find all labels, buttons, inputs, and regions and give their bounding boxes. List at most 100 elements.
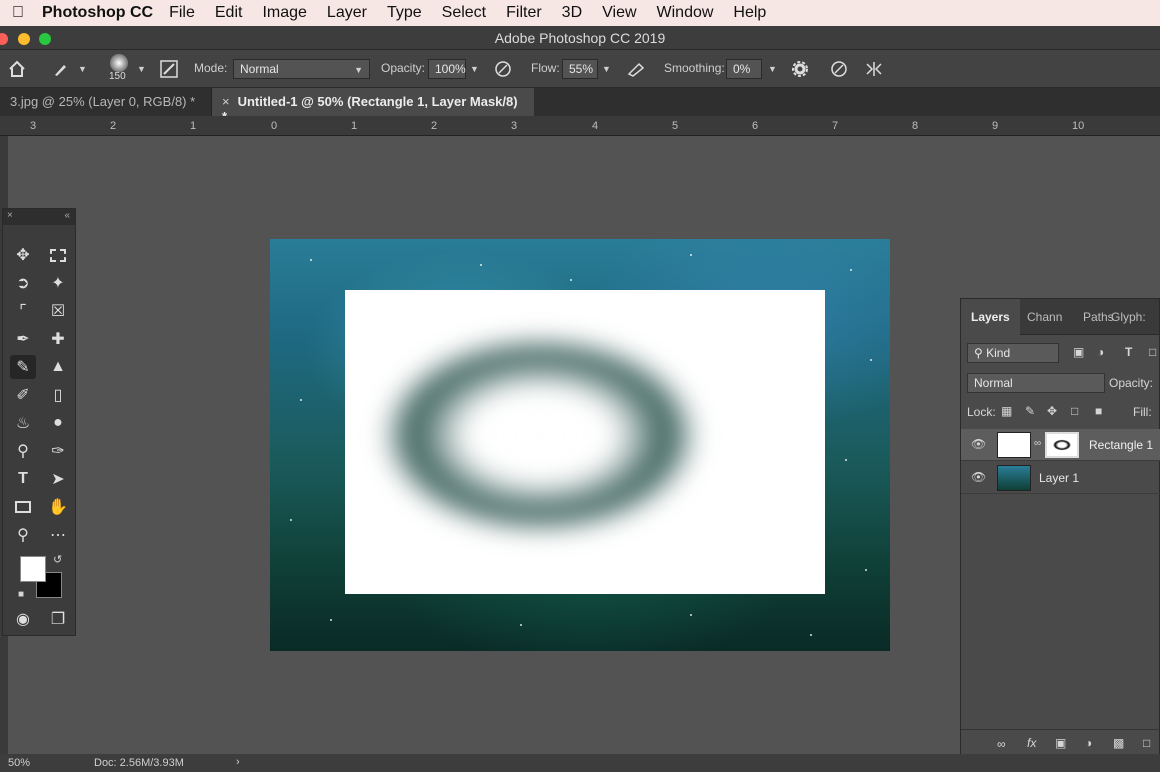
brush-tip-preview[interactable] [110, 54, 128, 72]
layer-mask-thumbnail[interactable] [1045, 432, 1079, 458]
menu-filter[interactable]: Filter [506, 4, 542, 22]
rectangle-icon[interactable] [10, 495, 36, 519]
screen-mode-icon[interactable]: ❐ [45, 607, 71, 631]
menu-3d[interactable]: 3D [562, 4, 582, 22]
lock-pixels-icon[interactable]: ✎ [1025, 404, 1035, 418]
type-icon[interactable]: T [10, 467, 36, 491]
close-tab-icon[interactable]: × [222, 94, 230, 109]
folder-icon[interactable]: ▩ [1113, 736, 1124, 750]
brush-stroke-mask [370, 335, 720, 565]
eyedropper-icon[interactable]: ✒ [10, 327, 36, 351]
ruler-label: 1 [351, 120, 358, 132]
smoothing-input[interactable]: 0% [726, 59, 762, 79]
lock-artboard-icon[interactable]: □ [1071, 404, 1078, 418]
menu-edit[interactable]: Edit [215, 4, 243, 22]
default-colors-icon[interactable]: ■ [18, 589, 24, 600]
crop-icon[interactable]: ⌜ [10, 299, 36, 323]
brush-settings-icon[interactable] [160, 60, 178, 78]
tab-channels[interactable]: Chann [1027, 310, 1062, 324]
foreground-color-swatch[interactable] [20, 556, 46, 582]
tab-glyphs[interactable]: Glyph: [1111, 310, 1146, 324]
lasso-icon[interactable]: ➲ [10, 271, 36, 295]
magic-wand-icon[interactable]: ✦ [45, 271, 71, 295]
blur-icon[interactable]: ● [45, 411, 71, 435]
chevron-down-icon[interactable]: ▼ [78, 64, 87, 74]
zoom-icon[interactable]: ⚲ [10, 523, 36, 547]
menu-type[interactable]: Type [387, 4, 422, 22]
chevron-down-icon[interactable]: ▼ [470, 64, 479, 74]
star [480, 264, 482, 266]
symmetry-icon[interactable] [864, 60, 884, 78]
hand-icon[interactable]: ✋ [45, 495, 71, 519]
tab-3-jpg[interactable]: 3.jpg @ 25% (Layer 0, RGB/8) * [0, 88, 212, 116]
tab-layers[interactable]: Layers [961, 299, 1020, 335]
menu-select[interactable]: Select [442, 4, 486, 22]
ruler-label: 10 [1072, 120, 1085, 132]
brush-preset-icon[interactable] [52, 60, 70, 78]
airbrush-icon[interactable] [627, 60, 647, 78]
link-layers-icon[interactable]: ∞ [997, 737, 1006, 751]
ruler-label: 9 [992, 120, 999, 132]
title-bar: Adobe Photoshop CC 2019 [0, 26, 1160, 50]
move-icon[interactable]: ✥ [10, 243, 36, 267]
app-menu[interactable]: Photoshop CC [42, 4, 153, 22]
new-layer-icon[interactable]: □ [1143, 736, 1150, 750]
lock-all-icon[interactable]: ■ [1095, 404, 1102, 418]
fx-icon[interactable]: fx [1027, 736, 1036, 750]
shape-filter-icon[interactable]: □ [1149, 345, 1156, 359]
path-select-icon[interactable]: ➤ [45, 467, 71, 491]
chevron-down-icon[interactable]: ▼ [602, 64, 611, 74]
mode-dropdown[interactable]: Normal ▼ [233, 59, 370, 79]
eraser-icon[interactable]: ▯ [45, 383, 71, 407]
chevron-right-icon[interactable]: › [236, 756, 240, 768]
pressure-size-icon[interactable] [830, 60, 848, 78]
menu-layer[interactable]: Layer [327, 4, 367, 22]
kind-filter-dropdown[interactable]: ⚲ Kind [967, 343, 1059, 363]
opacity-input[interactable]: 100% [428, 59, 466, 79]
menu-window[interactable]: Window [657, 4, 714, 22]
flow-input[interactable]: 55% [562, 59, 598, 79]
paint-bucket-icon[interactable]: ♨ [10, 411, 36, 435]
layer-row-rectangle-1[interactable]: 👁 ∞ Rectangle 1 [961, 429, 1160, 461]
brush-icon[interactable]: ✎ [10, 355, 36, 379]
stamp-icon[interactable]: ▲ [45, 355, 71, 379]
more-icon[interactable]: ⋯ [45, 523, 71, 547]
chevron-down-icon[interactable]: ▼ [768, 64, 777, 74]
menu-file[interactable]: File [169, 4, 195, 22]
menu-image[interactable]: Image [262, 4, 306, 22]
lock-position-icon[interactable]: ✥ [1047, 404, 1057, 418]
swap-colors-icon[interactable]: ↺ [53, 553, 62, 566]
tools-panel-header[interactable]: × « [3, 209, 75, 225]
dodge-icon[interactable]: ⚲ [10, 439, 36, 463]
collapse-icon[interactable]: « [64, 210, 70, 221]
tab-untitled-1[interactable]: × Untitled-1 @ 50% (Rectangle 1, Layer Ma… [212, 88, 534, 124]
menu-help[interactable]: Help [733, 4, 766, 22]
type-filter-icon[interactable]: T [1125, 345, 1132, 359]
close-icon[interactable]: × [7, 210, 13, 221]
history-brush-icon[interactable]: ✐ [10, 383, 36, 407]
tab-paths[interactable]: Paths [1083, 310, 1114, 324]
image-filter-icon[interactable]: ▣ [1073, 345, 1084, 359]
menu-view[interactable]: View [602, 4, 636, 22]
adjustment-layer-icon[interactable]: ◑ [1085, 736, 1092, 750]
gear-icon[interactable] [791, 60, 809, 78]
pressure-opacity-icon[interactable] [494, 60, 512, 78]
frame-icon[interactable]: ☒ [45, 299, 71, 323]
marquee-icon[interactable] [45, 243, 71, 267]
document-canvas[interactable] [270, 239, 890, 651]
eye-icon[interactable]: 👁 [971, 470, 986, 484]
chevron-down-icon[interactable]: ▼ [137, 64, 146, 74]
pen-icon[interactable]: ✑ [45, 439, 71, 463]
adjustment-filter-icon[interactable]: ◑ [1097, 345, 1104, 359]
zoom-level[interactable]: 50% [8, 757, 30, 769]
link-icon[interactable]: ∞ [1034, 438, 1041, 449]
quick-mask-icon[interactable]: ◉ [10, 607, 36, 631]
home-icon[interactable] [8, 60, 26, 78]
eye-icon[interactable]: 👁 [971, 437, 986, 451]
lock-transparent-icon[interactable]: ▦ [1001, 404, 1012, 418]
add-mask-icon[interactable]: ▣ [1055, 736, 1066, 750]
apple-icon[interactable]:  [0, 4, 30, 22]
healing-brush-icon[interactable]: ✚ [45, 327, 71, 351]
layer-row-layer-1[interactable]: 👁 Layer 1 [961, 462, 1160, 494]
blend-mode-dropdown[interactable]: Normal [967, 373, 1105, 393]
